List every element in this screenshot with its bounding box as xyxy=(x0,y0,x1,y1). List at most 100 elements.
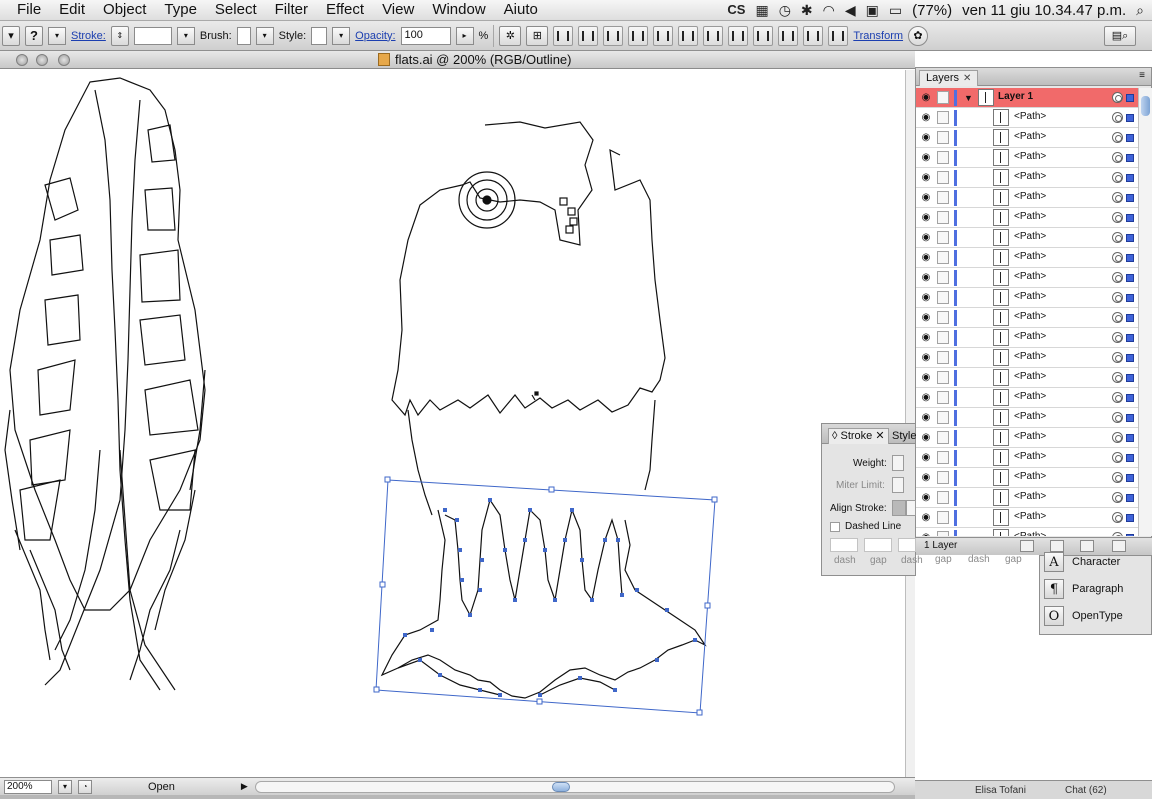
lock-toggle[interactable] xyxy=(937,391,949,404)
canvas-horizontal-scrollbar[interactable] xyxy=(255,781,895,793)
lock-toggle[interactable] xyxy=(937,211,949,224)
path-name[interactable]: <Path> xyxy=(1014,111,1046,122)
fill-unknown-button[interactable]: ? xyxy=(25,25,43,46)
align-right-icon[interactable] xyxy=(603,25,624,46)
lock-toggle[interactable] xyxy=(937,171,949,184)
selection-indicator[interactable] xyxy=(1126,394,1134,402)
menu-select[interactable]: Select xyxy=(206,0,266,20)
path-name[interactable]: <Path> xyxy=(1014,291,1046,302)
opentype-panel-button[interactable]: O OpenType xyxy=(1044,604,1123,628)
selection-indicator[interactable] xyxy=(1126,294,1134,302)
styles-tab[interactable]: Style xyxy=(892,430,916,442)
path-name[interactable]: <Path> xyxy=(1014,491,1046,502)
lock-toggle[interactable] xyxy=(937,471,949,484)
cs-icon[interactable]: CS xyxy=(727,1,745,19)
battery-icon[interactable]: ▭ xyxy=(889,1,902,19)
layers-tab[interactable]: Layers ✕ xyxy=(919,70,979,86)
align-middle-icon[interactable] xyxy=(653,25,674,46)
lock-toggle[interactable] xyxy=(937,511,949,524)
spotlight-search-icon[interactable]: ⌕ xyxy=(1136,1,1144,19)
path-row[interactable]: ◉ <Path> xyxy=(916,348,1138,368)
status-text[interactable]: Open xyxy=(148,781,175,793)
path-row[interactable]: ◉ <Path> xyxy=(916,448,1138,468)
selection-bounding-box[interactable] xyxy=(373,476,718,716)
center-garment-skirt[interactable] xyxy=(380,498,707,699)
path-name[interactable]: <Path> xyxy=(1014,531,1046,536)
miter-stepper[interactable] xyxy=(892,477,904,493)
artwork[interactable] xyxy=(0,70,905,777)
visibility-eye-icon[interactable]: ◉ xyxy=(919,332,933,344)
dash-field-1[interactable] xyxy=(830,538,858,552)
visibility-eye-icon[interactable]: ◉ xyxy=(919,152,933,164)
align-left-icon[interactable] xyxy=(553,25,574,46)
lock-toggle[interactable] xyxy=(937,331,949,344)
visibility-eye-icon[interactable]: ◉ xyxy=(919,472,933,484)
stroke-weight-stepper[interactable]: ⇕ xyxy=(110,25,129,46)
path-name[interactable]: <Path> xyxy=(1014,371,1046,382)
menu-filter[interactable]: Filter xyxy=(266,0,317,20)
path-row[interactable]: ◉ <Path> xyxy=(916,128,1138,148)
selection-indicator[interactable] xyxy=(1126,134,1134,142)
lock-toggle[interactable] xyxy=(937,131,949,144)
gap-field-1[interactable] xyxy=(864,538,892,552)
selection-indicator[interactable] xyxy=(1126,154,1134,162)
lock-toggle[interactable] xyxy=(937,271,949,284)
isolate-group-icon[interactable]: ⊞ xyxy=(526,25,549,46)
target-icon[interactable] xyxy=(1112,172,1123,183)
lock-toggle[interactable] xyxy=(937,111,949,124)
selection-indicator[interactable] xyxy=(1126,454,1134,462)
visibility-eye-icon[interactable]: ◉ xyxy=(919,312,933,324)
zoom-field[interactable]: 200% xyxy=(4,779,52,794)
dock-item-chat[interactable]: Chat (62) xyxy=(1065,785,1107,796)
panel-options-icon[interactable]: ✿ xyxy=(908,25,929,46)
dash-field-2[interactable] xyxy=(898,538,916,552)
path-row[interactable]: ◉ <Path> xyxy=(916,308,1138,328)
target-icon[interactable] xyxy=(1112,292,1123,303)
expand-triangle-icon[interactable]: ▼ xyxy=(964,93,973,103)
selection-indicator[interactable] xyxy=(1126,374,1134,382)
target-icon[interactable] xyxy=(1112,372,1123,383)
path-row[interactable]: ◉ <Path> xyxy=(916,368,1138,388)
dashed-line-checkbox[interactable] xyxy=(830,522,840,532)
path-row[interactable]: ◉ <Path> xyxy=(916,408,1138,428)
target-icon[interactable] xyxy=(1112,512,1123,523)
selection-indicator[interactable] xyxy=(1126,314,1134,322)
path-row[interactable]: ◉ <Path> xyxy=(916,148,1138,168)
visibility-eye-icon[interactable]: ◉ xyxy=(919,532,933,536)
time-machine-icon[interactable]: ◷ xyxy=(779,1,791,19)
selection-indicator[interactable] xyxy=(1126,114,1134,122)
path-name[interactable]: <Path> xyxy=(1014,171,1046,182)
distribute-hcenter-icon[interactable] xyxy=(803,25,824,46)
selection-indicator[interactable] xyxy=(1126,354,1134,362)
horizontal-scroll-thumb[interactable] xyxy=(552,782,570,792)
path-name[interactable]: <Path> xyxy=(1014,511,1046,522)
character-panel-button[interactable]: A Character xyxy=(1044,550,1120,574)
distribute-center-icon[interactable] xyxy=(728,25,749,46)
path-row[interactable]: ◉ <Path> xyxy=(916,388,1138,408)
layers-scroll-thumb[interactable] xyxy=(1141,96,1150,116)
transform-link[interactable]: Transform xyxy=(853,30,903,42)
volume-icon[interactable]: ◀ xyxy=(845,1,856,19)
visibility-eye-icon[interactable]: ◉ xyxy=(919,512,933,524)
visibility-eye-icon[interactable]: ◉ xyxy=(919,192,933,204)
layers-scrollbar[interactable] xyxy=(1138,88,1152,536)
target-icon[interactable] xyxy=(1112,252,1123,263)
path-name[interactable]: <Path> xyxy=(1014,431,1046,442)
distribute-bottom-icon[interactable] xyxy=(753,25,774,46)
paragraph-panel-button[interactable]: ¶ Paragraph xyxy=(1044,577,1123,601)
visibility-eye-icon[interactable]: ◉ xyxy=(919,452,933,464)
visibility-eye-icon[interactable]: ◉ xyxy=(919,232,933,244)
visibility-eye-icon[interactable]: ◉ xyxy=(919,272,933,284)
path-row[interactable]: ◉ <Path> xyxy=(916,428,1138,448)
path-name[interactable]: <Path> xyxy=(1014,191,1046,202)
path-row[interactable]: ◉ <Path> xyxy=(916,168,1138,188)
target-icon[interactable] xyxy=(1112,212,1123,223)
target-icon[interactable] xyxy=(1112,392,1123,403)
path-row[interactable]: ◉ <Path> xyxy=(916,108,1138,128)
battery-percent[interactable]: (77%) xyxy=(912,2,952,19)
path-name[interactable]: <Path> xyxy=(1014,411,1046,422)
visibility-eye-icon[interactable]: ◉ xyxy=(919,112,933,124)
wifi-icon[interactable]: ◠ xyxy=(823,1,835,19)
target-icon[interactable] xyxy=(1112,492,1123,503)
menu-view[interactable]: View xyxy=(373,0,423,20)
